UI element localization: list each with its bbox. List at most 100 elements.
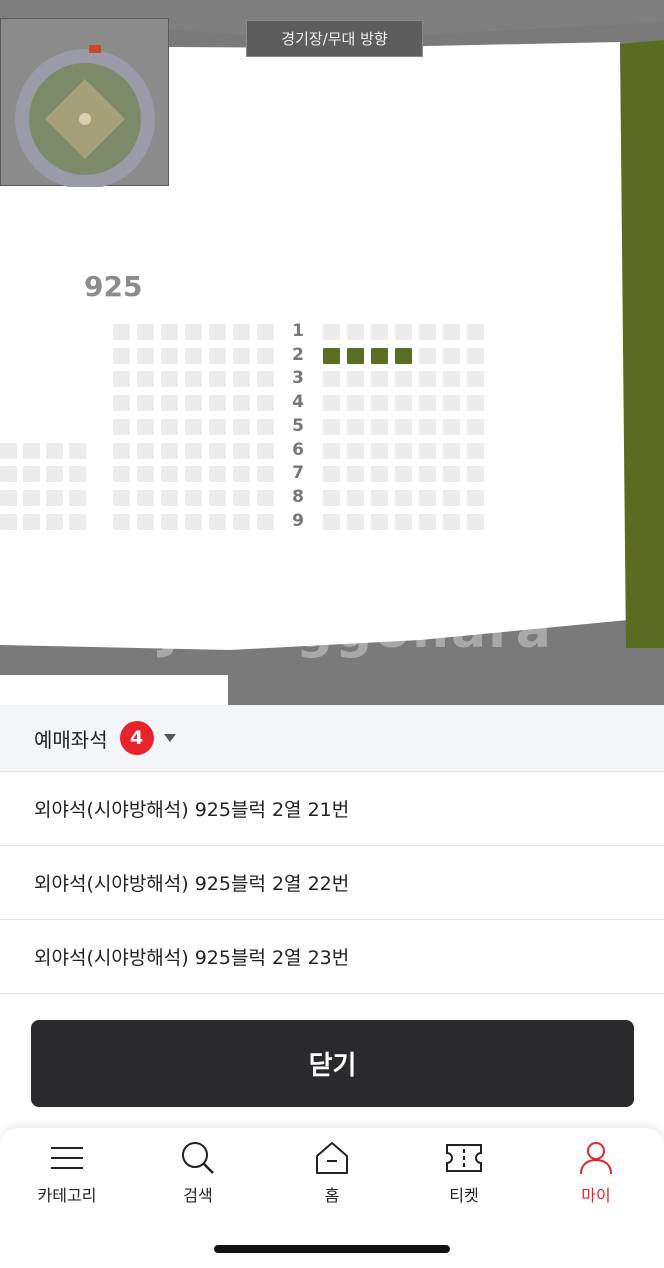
seat[interactable] [395, 442, 412, 459]
seat[interactable] [257, 418, 274, 435]
seat[interactable] [323, 371, 340, 388]
seat[interactable] [347, 513, 364, 530]
seat[interactable] [209, 371, 226, 388]
stadium-minimap[interactable] [0, 18, 169, 189]
seat[interactable] [209, 324, 226, 340]
seat[interactable] [185, 371, 202, 388]
seat[interactable] [323, 466, 340, 483]
seat[interactable] [347, 489, 364, 506]
seat[interactable] [419, 513, 436, 530]
seat[interactable] [185, 347, 202, 364]
seat[interactable] [23, 466, 40, 483]
seat[interactable] [233, 466, 250, 483]
seat[interactable] [113, 347, 130, 364]
seat[interactable] [347, 418, 364, 435]
seat[interactable] [347, 324, 364, 340]
seat[interactable] [371, 513, 388, 530]
seat[interactable] [23, 489, 40, 506]
seat-map[interactable]: 경기장/무대 방향 925 1 2 3 45 6 78 9 Joonggonara [0, 0, 664, 705]
seat[interactable] [233, 371, 250, 388]
seat[interactable] [419, 347, 436, 364]
nav-home[interactable]: 홈 [282, 1140, 382, 1206]
seat[interactable] [137, 371, 154, 388]
seat[interactable] [419, 371, 436, 388]
seat[interactable] [161, 324, 178, 340]
seat[interactable] [395, 395, 412, 412]
seat[interactable] [113, 371, 130, 388]
seat[interactable] [161, 418, 178, 435]
seat[interactable] [46, 513, 63, 530]
seat[interactable] [185, 324, 202, 340]
seat[interactable] [323, 513, 340, 530]
selected-seat[interactable] [323, 347, 340, 364]
seat[interactable] [161, 371, 178, 388]
seat[interactable] [233, 489, 250, 506]
seat[interactable] [137, 513, 154, 530]
seat[interactable] [0, 513, 17, 530]
seat[interactable] [185, 442, 202, 459]
seat[interactable] [233, 513, 250, 530]
seat[interactable] [46, 489, 63, 506]
seat[interactable] [467, 395, 484, 412]
seat[interactable] [395, 513, 412, 530]
seat[interactable] [69, 513, 86, 530]
seat[interactable] [443, 395, 460, 412]
seat[interactable] [467, 371, 484, 388]
seat[interactable] [371, 371, 388, 388]
seat[interactable] [371, 418, 388, 435]
seat[interactable] [209, 442, 226, 459]
seat[interactable] [209, 489, 226, 506]
seat[interactable] [419, 442, 436, 459]
seat[interactable] [161, 466, 178, 483]
seat[interactable] [467, 324, 484, 340]
seat[interactable] [161, 347, 178, 364]
seat[interactable] [185, 513, 202, 530]
seat[interactable] [209, 418, 226, 435]
seat[interactable] [257, 513, 274, 530]
seat[interactable] [347, 395, 364, 412]
seat[interactable] [185, 395, 202, 412]
seat[interactable] [323, 324, 340, 340]
seat[interactable] [467, 489, 484, 506]
seat[interactable] [347, 442, 364, 459]
seat[interactable] [419, 489, 436, 506]
seat[interactable] [23, 513, 40, 530]
seat[interactable] [347, 371, 364, 388]
seat[interactable] [23, 442, 40, 459]
seat[interactable] [257, 489, 274, 506]
seat[interactable] [371, 324, 388, 340]
nav-my[interactable]: 마이 [546, 1140, 646, 1206]
seat[interactable] [395, 371, 412, 388]
seat[interactable] [233, 347, 250, 364]
seat[interactable] [185, 418, 202, 435]
seat[interactable] [443, 442, 460, 459]
seat[interactable] [419, 324, 436, 340]
caret-down-icon[interactable] [163, 734, 176, 742]
reserved-seats-header[interactable]: 예매좌석 4 [0, 705, 664, 772]
seat[interactable] [233, 395, 250, 412]
seat[interactable] [209, 347, 226, 364]
seat[interactable] [137, 347, 154, 364]
seat[interactable] [113, 442, 130, 459]
seat[interactable] [0, 442, 17, 459]
seat[interactable] [113, 489, 130, 506]
seat[interactable] [323, 395, 340, 412]
seat[interactable] [323, 418, 340, 435]
seat[interactable] [395, 324, 412, 340]
seat-grid[interactable]: 1 2 3 45 6 78 9 [0, 321, 600, 542]
seat[interactable] [69, 466, 86, 483]
selected-seat[interactable] [371, 347, 388, 364]
seat[interactable] [443, 371, 460, 388]
seat[interactable] [113, 395, 130, 412]
seat[interactable] [257, 395, 274, 412]
seat[interactable] [467, 442, 484, 459]
seat[interactable] [161, 395, 178, 412]
seat[interactable] [257, 442, 274, 459]
seat[interactable] [233, 442, 250, 459]
seat[interactable] [46, 466, 63, 483]
seat[interactable] [113, 418, 130, 435]
nav-ticket[interactable]: 티켓 [414, 1140, 514, 1206]
seat[interactable] [161, 442, 178, 459]
seat[interactable] [185, 489, 202, 506]
seat[interactable] [257, 466, 274, 483]
